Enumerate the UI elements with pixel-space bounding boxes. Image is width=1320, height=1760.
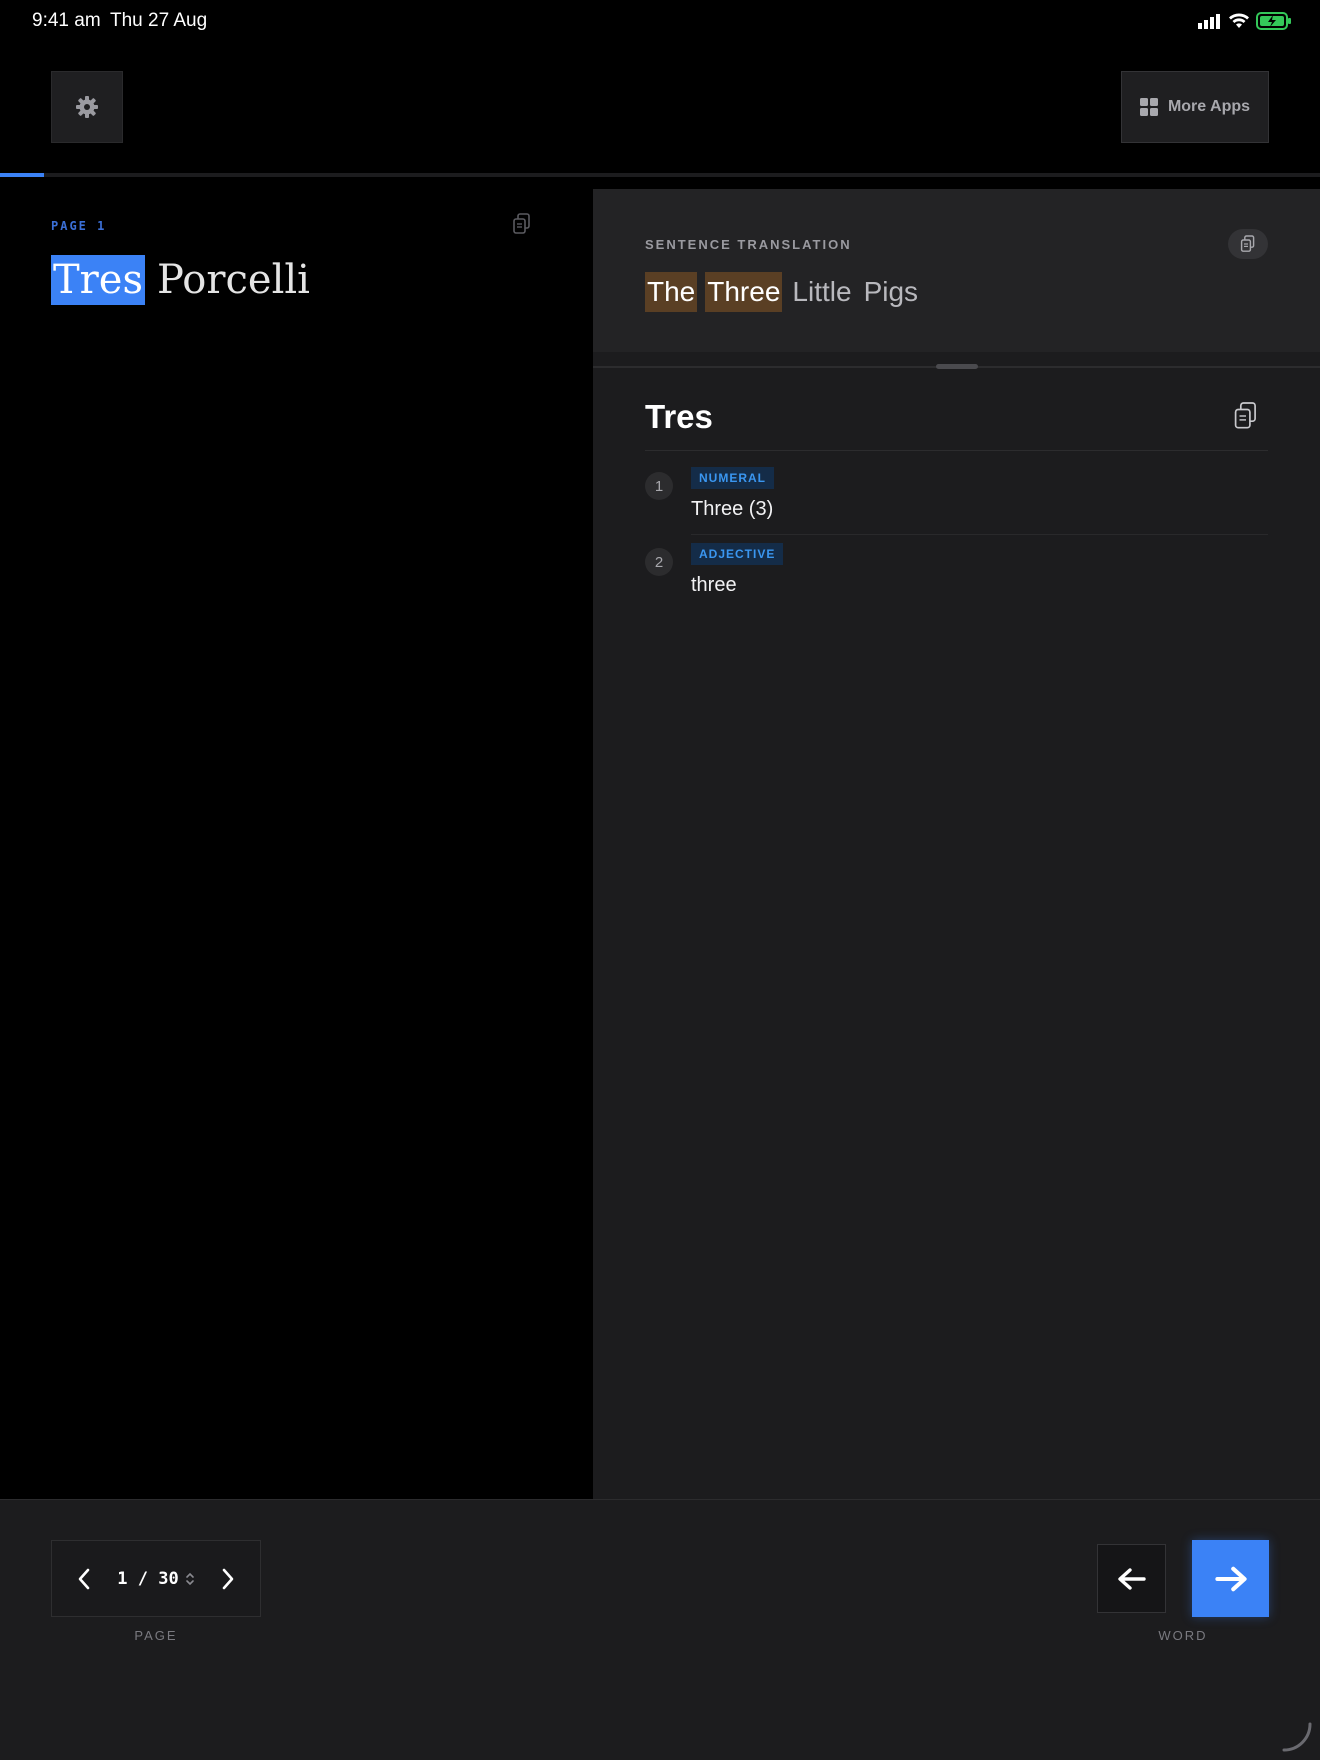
more-apps-label: More Apps <box>1167 98 1251 115</box>
page-pager: 1 / 30 <box>51 1540 261 1617</box>
translation-word: Three <box>705 272 783 312</box>
chevron-left-icon <box>78 1568 90 1589</box>
more-apps-button[interactable]: More Apps <box>1121 71 1269 143</box>
definition-divider <box>691 534 1268 535</box>
wifi-icon <box>1229 13 1249 28</box>
grid-icon <box>1139 98 1158 116</box>
page-number-display: 1 / 30 <box>117 1568 179 1589</box>
arrow-left-icon <box>1117 1567 1146 1590</box>
battery-charging-icon <box>1256 12 1291 30</box>
page-selector[interactable]: 1 / 30 <box>117 1569 194 1589</box>
status-time: 9:41 am <box>32 10 101 31</box>
translation-panel: SENTENCE TRANSLATION The Three Little Pi… <box>593 189 1320 1499</box>
cellular-signal-icon <box>1198 14 1220 29</box>
arrow-right-icon <box>1214 1566 1247 1591</box>
previous-page-button[interactable] <box>70 1565 98 1593</box>
sentence-translation-label: SENTENCE TRANSLATION <box>645 237 852 252</box>
chevron-up-down-icon <box>185 1572 194 1585</box>
word-caption: WORD <box>1158 1628 1208 1643</box>
sentence-translation-box: SENTENCE TRANSLATION The Three Little Pi… <box>593 189 1320 352</box>
copy-translation-button[interactable] <box>1228 229 1268 259</box>
definition-number: 1 <box>645 472 673 500</box>
status-date: Thu 27 Aug <box>110 10 208 31</box>
resize-corner-icon <box>1282 1722 1312 1752</box>
source-panel: PAGE 1 Tres Porcelli <box>0 189 593 1499</box>
definition-text: three <box>691 574 737 596</box>
previous-word-button[interactable] <box>1097 1544 1166 1613</box>
source-word[interactable]: Porcelli <box>155 255 312 305</box>
status-icons <box>1198 12 1292 30</box>
copy-definition-button[interactable] <box>1233 401 1259 436</box>
source-sentence: Tres Porcelli <box>51 255 312 305</box>
copy-source-button[interactable] <box>512 213 532 240</box>
resize-drag-handle[interactable] <box>936 364 978 369</box>
translation-word: Pigs <box>863 276 919 307</box>
definition-text: Three (3) <box>691 498 774 520</box>
dictionary-headword: Tres <box>645 398 713 435</box>
headword-divider <box>645 450 1268 451</box>
translation-sentence: The Three Little Pigs <box>645 272 920 312</box>
source-word[interactable]: Tres <box>51 255 145 305</box>
reading-progress-bar <box>0 173 1320 177</box>
translation-word: Little <box>792 276 852 307</box>
next-page-button[interactable] <box>214 1565 242 1593</box>
page-caption: PAGE <box>134 1628 178 1643</box>
page-label: PAGE 1 <box>51 219 107 233</box>
copy-icon <box>1240 235 1255 252</box>
reading-progress-fill <box>0 173 44 177</box>
next-word-button[interactable] <box>1192 1540 1269 1617</box>
settings-button[interactable] <box>51 71 123 143</box>
copy-icon <box>1234 402 1256 429</box>
definition-number: 2 <box>645 548 673 576</box>
part-of-speech-tag: ADJECTIVE <box>691 543 784 565</box>
status-bar: 9:41 am Thu 27 Aug <box>0 0 1320 44</box>
copy-icon <box>513 213 530 234</box>
gear-icon <box>76 96 98 118</box>
bottom-navigation-bar: 1 / 30 PAGE WORD <box>0 1499 1320 1760</box>
chevron-right-icon <box>222 1568 234 1589</box>
translation-word: The <box>645 272 698 312</box>
part-of-speech-tag: NUMERAL <box>691 467 774 489</box>
